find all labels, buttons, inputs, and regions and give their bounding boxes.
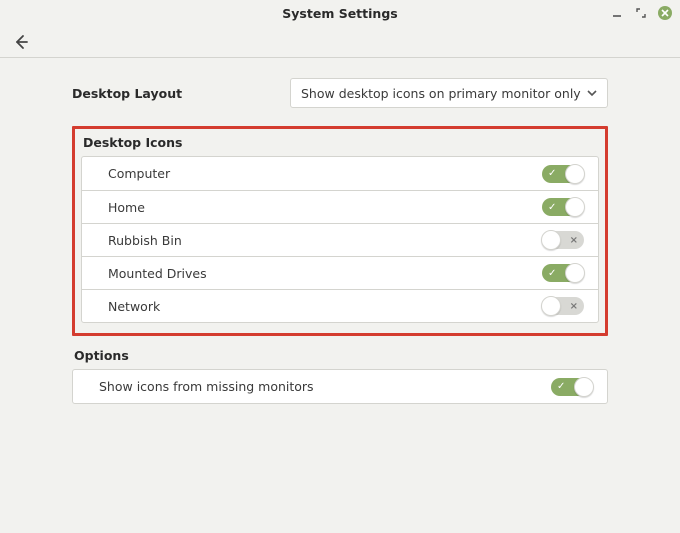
toggle-rubbish-bin[interactable]: × xyxy=(542,231,584,249)
content-area: Desktop Layout Show desktop icons on pri… xyxy=(0,58,680,424)
toggle-knob xyxy=(565,164,585,184)
check-icon: ✓ xyxy=(557,378,565,396)
maximize-icon[interactable] xyxy=(634,6,648,20)
toggle-computer[interactable]: ✓ xyxy=(542,165,584,183)
close-icon[interactable] xyxy=(658,6,672,20)
toggle-knob xyxy=(541,296,561,316)
back-button[interactable] xyxy=(10,31,32,53)
desktop-icons-highlight: Desktop Icons Computer ✓ Home ✓ Rubbish … xyxy=(72,126,608,336)
minimize-icon[interactable] xyxy=(610,6,624,20)
toggle-mounted-drives[interactable]: ✓ xyxy=(542,264,584,282)
desktop-layout-value: Show desktop icons on primary monitor on… xyxy=(301,86,581,101)
toggle-missing-monitors[interactable]: ✓ xyxy=(551,378,593,396)
toggle-home[interactable]: ✓ xyxy=(542,198,584,216)
check-icon: ✓ xyxy=(548,198,556,216)
desktop-icon-row-home: Home ✓ xyxy=(82,190,598,223)
list-item-label: Mounted Drives xyxy=(108,266,207,281)
desktop-layout-label: Desktop Layout xyxy=(72,86,272,101)
desktop-layout-row: Desktop Layout Show desktop icons on pri… xyxy=(72,78,608,108)
window-controls xyxy=(610,0,672,26)
list-item-label: Computer xyxy=(108,166,170,181)
toggle-knob xyxy=(565,263,585,283)
chevron-down-icon xyxy=(587,88,597,98)
list-item-label: Rubbish Bin xyxy=(108,233,182,248)
check-icon: ✓ xyxy=(548,165,556,183)
desktop-layout-combo[interactable]: Show desktop icons on primary monitor on… xyxy=(290,78,608,108)
list-item-label: Network xyxy=(108,299,160,314)
desktop-icon-row-rubbish-bin: Rubbish Bin × xyxy=(82,223,598,256)
desktop-icon-row-network: Network × xyxy=(82,289,598,322)
option-row-missing-monitors: Show icons from missing monitors ✓ xyxy=(73,370,607,403)
desktop-icons-box: Computer ✓ Home ✓ Rubbish Bin × xyxy=(81,156,599,323)
x-icon: × xyxy=(570,231,578,249)
toggle-knob xyxy=(565,197,585,217)
list-item-label: Show icons from missing monitors xyxy=(99,379,314,394)
desktop-icon-row-computer: Computer ✓ xyxy=(82,157,598,190)
check-icon: ✓ xyxy=(548,264,556,282)
toggle-network[interactable]: × xyxy=(542,297,584,315)
titlebar: System Settings xyxy=(0,0,680,26)
window-title: System Settings xyxy=(282,6,397,21)
options-heading: Options xyxy=(74,348,608,363)
desktop-icon-row-mounted-drives: Mounted Drives ✓ xyxy=(82,256,598,289)
x-icon: × xyxy=(570,297,578,315)
options-box: Show icons from missing monitors ✓ xyxy=(72,369,608,404)
toggle-knob xyxy=(541,230,561,250)
desktop-icons-heading: Desktop Icons xyxy=(83,135,599,150)
toolbar xyxy=(0,26,680,58)
toggle-knob xyxy=(574,377,594,397)
list-item-label: Home xyxy=(108,200,145,215)
